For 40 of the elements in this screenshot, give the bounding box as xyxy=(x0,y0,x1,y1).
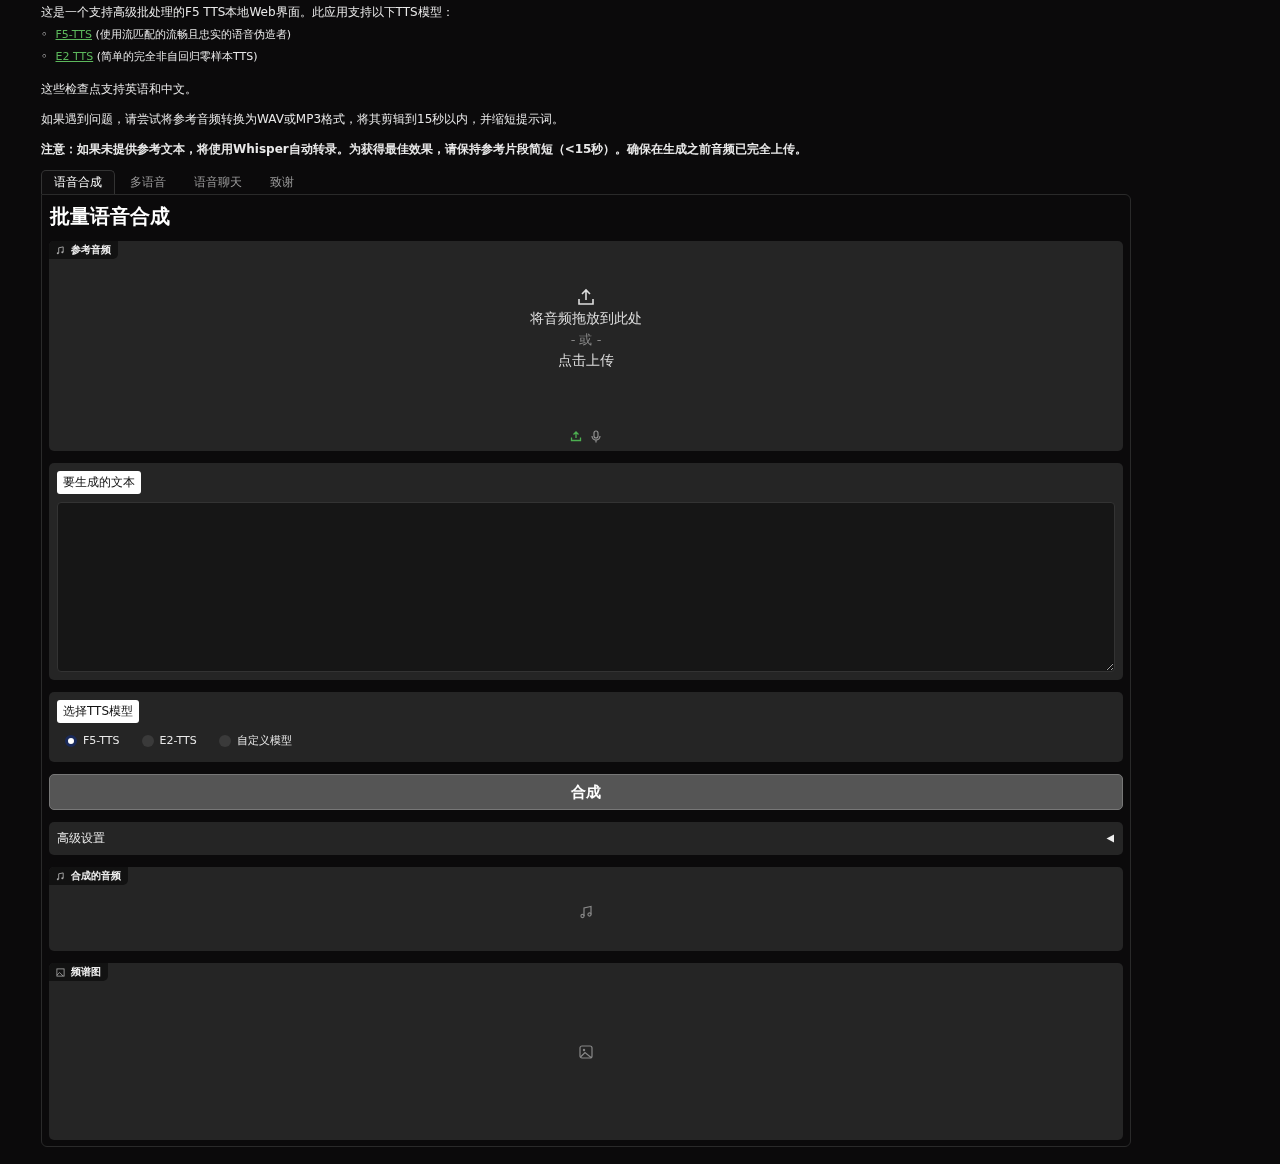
text-input-field[interactable] xyxy=(57,502,1115,672)
tab[interactable]: 语音聊天 xyxy=(181,170,255,194)
tab[interactable]: 语音合成 xyxy=(41,170,115,194)
audio-label-text: 参考音频 xyxy=(71,243,111,257)
audio-upload-area[interactable]: 参考音频 将音频拖放到此处 - 或 - 点击上传 xyxy=(49,241,1123,451)
synthesize-button[interactable]: 合成 xyxy=(49,774,1123,810)
image-icon xyxy=(56,967,65,977)
intro-text: 这是一个支持高级批处理的F5 TTS本地Web界面。此应用支持以下TTS模型： xyxy=(41,4,455,21)
note-text: 如果遇到问题，请尝试将参考音频转换为WAV或MP3格式，将其剪辑到15秒以内，并缩短提示词。 xyxy=(41,111,566,128)
bullet: ◦ xyxy=(41,28,48,42)
accordion-label: 高级设置 xyxy=(57,830,105,847)
upload-icon[interactable] xyxy=(570,430,582,442)
radio-label: F5-TTS xyxy=(83,734,120,747)
advanced-settings-accordion[interactable]: 高级设置 xyxy=(49,822,1123,855)
radio-label: 自定义模型 xyxy=(236,733,292,748)
audio-label-text: 合成的音频 xyxy=(71,869,121,883)
model-label: 选择TTS模型 xyxy=(57,700,140,723)
music-note-icon xyxy=(56,245,65,255)
radio-button[interactable] xyxy=(65,734,77,747)
bullet: ◦ xyxy=(41,50,48,64)
tab[interactable]: 多语音 xyxy=(117,170,179,194)
drop-text: 将音频拖放到此处 xyxy=(530,310,642,328)
music-note-icon xyxy=(56,871,65,881)
model-list-item: E2 TTS (简单的完全非自回归零样本TTS) xyxy=(55,49,258,65)
tab[interactable]: 致谢 xyxy=(257,170,307,194)
radio-label: E2-TTS xyxy=(159,734,197,747)
note-text: 这些检查点支持英语和中文。 xyxy=(41,81,198,98)
music-note-icon xyxy=(579,905,593,919)
model-list-item: F5-TTS (使用流匹配的流畅且忠实的语音伪造者) xyxy=(55,27,292,43)
or-text: - 或 - xyxy=(570,331,602,349)
microphone-icon[interactable] xyxy=(590,430,602,443)
image-icon xyxy=(579,1044,593,1059)
text-label: 要生成的文本 xyxy=(57,471,141,494)
upload-icon xyxy=(576,287,596,307)
image-label-text: 频谱图 xyxy=(71,965,101,979)
panel-title: 批量语音合成 xyxy=(50,203,171,230)
model-link[interactable]: F5-TTS xyxy=(55,28,92,41)
model-link[interactable]: E2 TTS xyxy=(55,50,94,63)
click-upload-text: 点击上传 xyxy=(558,352,614,370)
note-text: 注意：如果未提供参考文本，将使用Whisper自动转录。为获得最佳效果，请保持参考片段简短（<15秒）。确保在生成之前音频已完全上传。 xyxy=(41,141,809,158)
